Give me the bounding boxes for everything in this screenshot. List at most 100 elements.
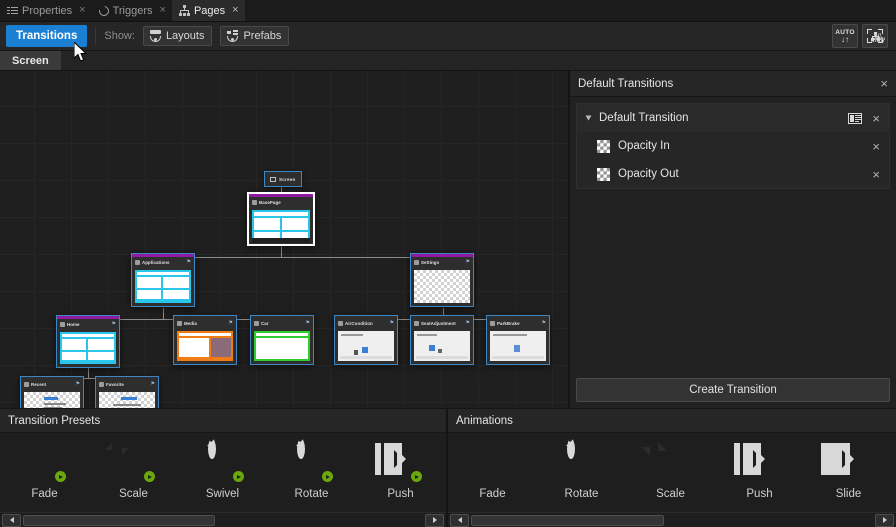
panel-body: Default Transition × Opacity In × [570,97,896,372]
show-layouts-button[interactable]: Layouts [143,26,213,46]
scroll-right-icon[interactable] [875,514,894,527]
preset-label: Rotate [295,488,329,500]
tree-node-basepage[interactable]: BasePage [247,192,315,246]
animation-label: Rotate [565,488,599,500]
node-type-icon [24,382,29,387]
preset-swivel[interactable]: Swivel [178,443,267,500]
add-badge-icon [233,471,244,482]
tree-node-recent[interactable]: Recent ⚑ [20,376,84,408]
swivel-icon [204,443,242,481]
preset-scale[interactable]: Scale [89,443,178,500]
node-type-icon [490,321,495,326]
node-pin-icon: ⚑ [229,321,233,326]
preset-rotate[interactable]: Rotate [267,443,356,500]
prefabs-eye-icon [226,30,239,42]
fit-to-view-button[interactable] [862,24,888,48]
page-tree-canvas[interactable]: Screen BasePage [0,71,568,408]
scroll-thumb[interactable] [471,515,664,526]
transition-group-row[interactable]: Default Transition × [577,104,889,132]
animation-push[interactable]: Push [715,443,804,500]
transition-group-label: Default Transition [599,112,689,124]
node-thumbnail [57,329,119,367]
show-prefabs-button[interactable]: Prefabs [220,26,289,46]
preset-label: Fade [31,488,57,500]
tree-node-settings[interactable]: Settings ⚑ [410,253,474,307]
node-type-icon [414,321,419,326]
node-thumbnail [487,328,549,364]
tab-triggers[interactable]: Triggers × [92,0,172,21]
properties-list-icon[interactable] [848,113,862,124]
node-type-icon [60,322,65,327]
horizontal-scrollbar[interactable] [0,512,446,527]
tab-close-icon[interactable]: × [160,5,166,16]
tree-node-car[interactable]: Car ⚑ [250,315,314,365]
scroll-thumb[interactable] [23,515,215,526]
animation-label: Slide [836,488,862,500]
toolbar: Transitions Show: Layouts Prefabs AUTO ↓… [0,22,896,51]
tree-node-applications[interactable]: Applications ⚑ [131,253,195,307]
node-pin-icon: ⚑ [112,322,116,327]
tab-properties[interactable]: Properties × [0,0,92,21]
toolbar-divider [95,28,96,44]
scale-icon [115,443,153,481]
preset-fade[interactable]: Fade [0,443,89,500]
node-thumbnail [251,328,313,364]
horizontal-scrollbar[interactable] [448,512,896,527]
scroll-track[interactable] [23,515,423,526]
rotate-icon [293,443,331,481]
fit-frame-icon [867,29,883,43]
panel-header: Default Transitions × [570,71,896,97]
tree-node-seatadjustment[interactable]: SeatAdjustment ⚑ [410,315,474,365]
tab-close-icon[interactable]: × [79,5,85,16]
node-header: Media ⚑ [174,318,236,328]
animation-fade[interactable]: Fade [448,443,537,500]
scroll-track[interactable] [471,515,873,526]
tree-node-home[interactable]: Home ⚑ [56,315,120,368]
node-thumbnail [411,267,473,306]
node-pin-icon: ⚑ [306,321,310,326]
tab-pages[interactable]: Pages × [172,0,245,21]
animations-panel: Animations Fade Rotate Scale [448,409,896,527]
scroll-right-icon[interactable] [425,514,444,527]
tab-label: Properties [22,5,72,17]
animation-scale[interactable]: Scale [626,443,715,500]
breadcrumb: Screen [0,51,896,71]
animation-label: Fade [479,488,505,500]
chevron-down-icon[interactable] [586,116,592,121]
animation-slide[interactable]: Slide [804,443,893,500]
preset-push[interactable]: Push [356,443,445,500]
tree-node-media[interactable]: Media ⚑ [173,315,237,365]
node-pin-icon: ⚑ [466,260,470,265]
tree-node-screen-root[interactable]: Screen [264,171,302,187]
scroll-left-icon[interactable] [2,514,21,527]
breadcrumb-item-screen[interactable]: Screen [0,51,61,70]
remove-icon[interactable]: × [872,140,880,153]
bottom-panels: Transition Presets Fade Scale [0,408,896,527]
close-icon[interactable]: × [880,77,888,90]
node-header: Home ⚑ [57,319,119,329]
tab-close-icon[interactable]: × [232,5,238,16]
node-thumbnail [174,328,236,364]
scroll-left-icon[interactable] [450,514,469,527]
remove-icon[interactable]: × [872,168,880,181]
add-badge-icon [144,471,155,482]
node-label: Settings [421,260,439,265]
node-label: Screen [279,177,296,182]
auto-layout-button[interactable]: AUTO ↓↑ [832,24,858,48]
layouts-label: Layouts [166,30,205,42]
transition-item-opacity-out[interactable]: Opacity Out × [577,160,889,188]
transition-item-label: Opacity Out [618,168,679,180]
add-badge-icon [322,471,333,482]
panel-footer: Create Transition [570,372,896,408]
remove-icon[interactable]: × [872,112,880,125]
node-label: Favorite [106,382,124,387]
tree-node-aircondition[interactable]: AirCondition ⚑ [334,315,398,365]
tree-node-parkbrake[interactable]: ParkBrake ⚑ [486,315,550,365]
transitions-button[interactable]: Transitions [6,25,87,47]
node-label: AirCondition [345,321,373,326]
animation-rotate[interactable]: Rotate [537,443,626,500]
node-header: BasePage [249,197,313,207]
tree-node-favorite[interactable]: Favorite ⚑ [95,376,159,408]
create-transition-button[interactable]: Create Transition [576,378,890,402]
transition-item-opacity-in[interactable]: Opacity In × [577,132,889,160]
